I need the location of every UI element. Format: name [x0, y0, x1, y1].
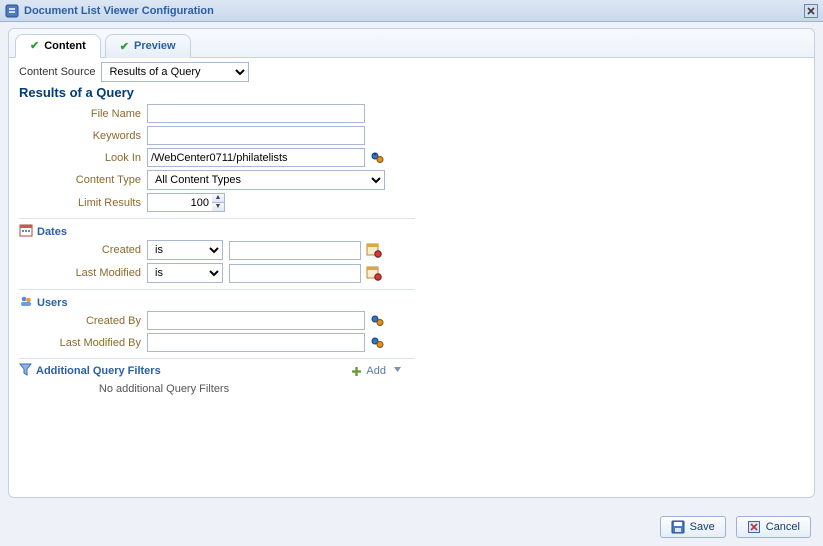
- user-picker-icon[interactable]: [369, 312, 387, 330]
- keywords-label: Keywords: [19, 130, 147, 142]
- dates-header-label: Dates: [37, 226, 67, 238]
- cancel-label: Cancel: [766, 521, 800, 533]
- filename-label: File Name: [19, 108, 147, 120]
- tab-label: Preview: [134, 40, 176, 52]
- check-icon: ✔: [30, 39, 39, 52]
- createdby-label: Created By: [19, 315, 147, 327]
- query-form: File Name Keywords Look In Content Type: [19, 104, 415, 397]
- contenttype-label: Content Type: [19, 174, 147, 186]
- save-icon: [671, 520, 685, 534]
- additional-filters-header: Additional Query Filters Add: [19, 358, 415, 379]
- dialog-window: Document List Viewer Configuration ✔ Con…: [0, 0, 823, 546]
- lastmodified-label: Last Modified: [19, 267, 147, 279]
- tab-content[interactable]: ✔ Content: [15, 34, 101, 58]
- cancel-button[interactable]: Cancel: [736, 516, 811, 538]
- lastmodifiedby-input[interactable]: [147, 333, 365, 352]
- filter-icon: [19, 363, 32, 379]
- lastmodified-date-input[interactable]: [229, 264, 361, 283]
- titlebar: Document List Viewer Configuration: [0, 0, 823, 22]
- close-icon[interactable]: [803, 3, 819, 19]
- browse-icon[interactable]: [369, 149, 387, 167]
- save-label: Save: [690, 521, 715, 533]
- created-label: Created: [19, 244, 147, 256]
- users-section-header: Users: [19, 289, 415, 311]
- createdby-input[interactable]: [147, 311, 365, 330]
- datepicker-icon[interactable]: [365, 264, 383, 282]
- filename-input[interactable]: [147, 104, 365, 123]
- user-picker-icon[interactable]: [369, 334, 387, 352]
- additional-filters-label: Additional Query Filters: [36, 365, 161, 377]
- lastmodifiedby-label: Last Modified By: [19, 337, 147, 349]
- users-icon: [19, 294, 33, 311]
- config-panel: ✔ Content ✔ Preview Content Source Resul…: [8, 28, 815, 498]
- created-date-input[interactable]: [229, 241, 361, 260]
- lookin-input[interactable]: [147, 148, 365, 167]
- no-filters-text: No additional Query Filters: [19, 379, 309, 397]
- contenttype-select[interactable]: All Content Types: [147, 170, 385, 190]
- lookin-label: Look In: [19, 152, 147, 164]
- tab-preview[interactable]: ✔ Preview: [105, 34, 191, 58]
- cancel-icon: [747, 520, 761, 534]
- limit-label: Limit Results: [19, 197, 147, 209]
- users-header-label: Users: [37, 297, 68, 309]
- content-source-select[interactable]: Results of a Query: [101, 62, 249, 82]
- content-source-label: Content Source: [19, 66, 101, 78]
- add-filter-menu[interactable]: [390, 365, 405, 377]
- dialog-title: Document List Viewer Configuration: [24, 5, 214, 17]
- dialog-body: ✔ Content ✔ Preview Content Source Resul…: [0, 22, 823, 546]
- calendar-icon: [19, 223, 33, 240]
- add-label: Add: [366, 365, 386, 377]
- created-op-select[interactable]: is: [147, 240, 223, 260]
- tabstrip: ✔ Content ✔ Preview: [9, 29, 814, 58]
- add-filter-button[interactable]: Add: [350, 365, 386, 378]
- save-button[interactable]: Save: [660, 516, 726, 538]
- content-source-row: Content Source Results of a Query: [19, 62, 804, 82]
- dates-section-header: Dates: [19, 218, 415, 240]
- tab-label: Content: [44, 40, 86, 52]
- plus-icon: [350, 365, 363, 378]
- app-icon: [4, 3, 20, 19]
- limit-spinner[interactable]: ▲▼: [212, 193, 225, 212]
- chevron-down-icon: [393, 365, 402, 374]
- lastmodified-op-select[interactable]: is: [147, 263, 223, 283]
- dialog-footer: Save Cancel: [660, 516, 811, 538]
- check-icon: ✔: [120, 40, 129, 53]
- datepicker-icon[interactable]: [365, 241, 383, 259]
- limit-input[interactable]: [147, 193, 213, 212]
- results-section-title: Results of a Query: [19, 85, 804, 100]
- keywords-input[interactable]: [147, 126, 365, 145]
